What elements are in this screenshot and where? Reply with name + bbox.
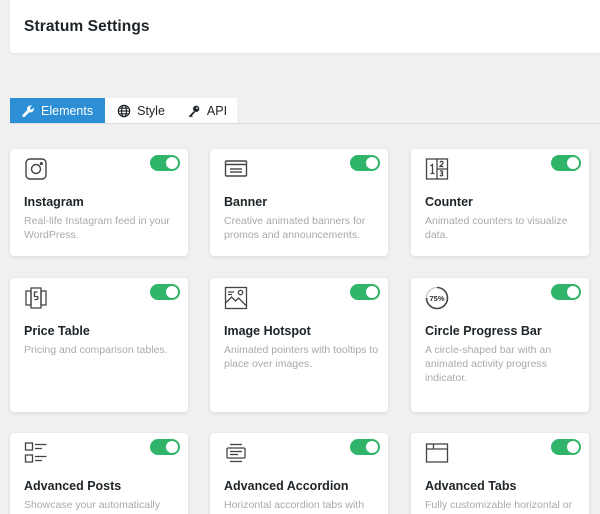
element-description: Animated counters to visualize data.: [425, 215, 568, 241]
tabs-icon: [425, 441, 449, 465]
element-description: Creative animated banners for promos and…: [224, 215, 366, 241]
element-card-banner: Banner Creative animated banners for pro…: [210, 149, 388, 256]
element-title: Banner: [224, 195, 268, 209]
tab-style-label: Style: [137, 104, 165, 118]
element-description: Animated pointers with tooltips to place…: [224, 344, 379, 370]
element-description: Showcase your automatically: [24, 499, 160, 511]
element-title: Image Hotspot: [224, 324, 311, 338]
advanced-accordion-toggle[interactable]: [350, 439, 380, 455]
accordion-icon: [224, 441, 248, 465]
element-card-price-table: Price Table Pricing and comparison table…: [10, 278, 188, 412]
element-card-instagram: Instagram Real-life Instagram feed in yo…: [10, 149, 188, 256]
tab-api[interactable]: API: [174, 98, 238, 124]
element-description: Horizontal accordion tabs with: [224, 499, 365, 511]
instagram-icon: [24, 157, 48, 181]
image-hotspot-toggle[interactable]: [350, 284, 380, 300]
banner-toggle[interactable]: [350, 155, 380, 171]
page-title: Stratum Settings: [24, 18, 150, 35]
element-description: A circle-shaped bar with an animated act…: [425, 344, 552, 384]
price-table-icon: [24, 286, 48, 310]
element-card-circle-progress-bar: 75% Circle Progress Bar A circle-shaped …: [411, 278, 589, 412]
element-title: Circle Progress Bar: [425, 324, 542, 338]
counter-toggle[interactable]: [551, 155, 581, 171]
element-card-image-hotspot: Image Hotspot Animated pointers with too…: [210, 278, 388, 412]
element-description: Fully customizable horizontal or: [425, 499, 573, 511]
element-title: Instagram: [24, 195, 84, 209]
image-hotspot-icon: [224, 286, 248, 310]
circle-progress-icon: 75%: [425, 286, 449, 310]
banner-icon: [224, 157, 248, 181]
tabs-divider: [10, 123, 600, 124]
element-description: Pricing and comparison tables.: [24, 344, 168, 356]
tab-elements[interactable]: Elements: [10, 98, 106, 124]
tab-elements-label: Elements: [41, 104, 94, 118]
element-title: Advanced Tabs: [425, 479, 517, 493]
element-title: Price Table: [24, 324, 90, 338]
element-description: Real-life Instagram feed in your WordPre…: [24, 215, 170, 241]
price-table-toggle[interactable]: [150, 284, 180, 300]
element-title: Advanced Accordion: [224, 479, 349, 493]
element-card-advanced-accordion: Advanced Accordion Horizontal accordion …: [210, 433, 388, 514]
advanced-tabs-toggle[interactable]: [551, 439, 581, 455]
key-icon: [187, 104, 201, 118]
element-card-advanced-posts: Advanced Posts Showcase your automatical…: [10, 433, 188, 514]
tab-style[interactable]: Style: [105, 98, 175, 124]
advanced-posts-toggle[interactable]: [150, 439, 180, 455]
settings-header: Stratum Settings: [10, 0, 600, 53]
tab-api-label: API: [206, 104, 228, 118]
element-card-advanced-tabs: Advanced Tabs Fully customizable horizon…: [411, 433, 589, 514]
circle-progress-icon-label: 75%: [429, 294, 444, 303]
counter-icon: [425, 157, 449, 181]
element-title: Advanced Posts: [24, 479, 122, 493]
wrench-icon: [22, 105, 35, 118]
advanced-posts-icon: [24, 441, 48, 465]
element-title: Counter: [425, 195, 473, 209]
globe-icon: [117, 104, 131, 118]
settings-tabs: Elements Style API: [10, 98, 238, 124]
instagram-toggle[interactable]: [150, 155, 180, 171]
circle-progress-bar-toggle[interactable]: [551, 284, 581, 300]
element-card-counter: Counter Animated counters to visualize d…: [411, 149, 589, 256]
